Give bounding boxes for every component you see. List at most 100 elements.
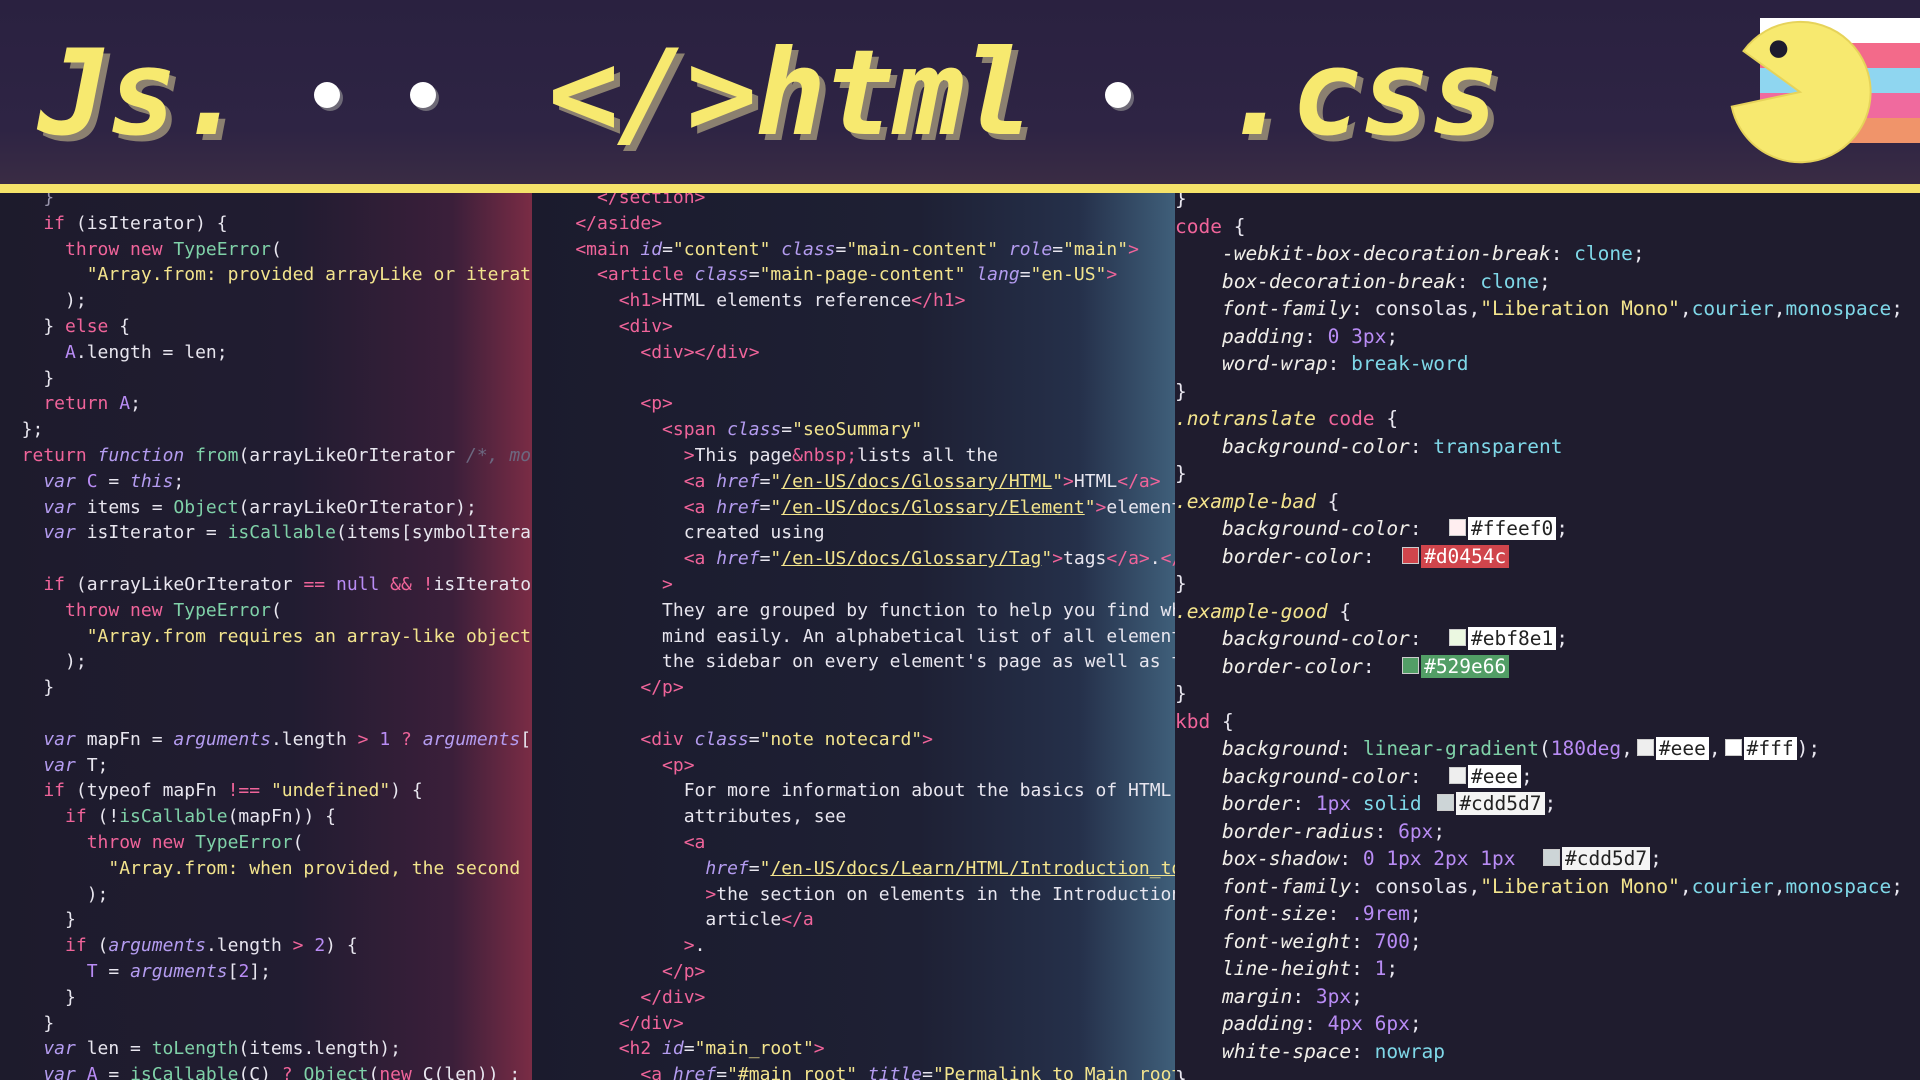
code-token: <div: [532, 728, 684, 750]
code-token: "main-content": [846, 238, 999, 260]
code-token: >: [1128, 238, 1139, 260]
code-line: kbd {: [1175, 708, 1903, 736]
code-token: code: [1175, 214, 1222, 238]
code-token: var: [0, 470, 76, 492]
code-line: created using: [532, 520, 1175, 546]
code-token: 2: [303, 935, 326, 957]
code-line: var C = this;: [0, 469, 531, 495]
code-line: <p>: [532, 391, 1175, 417]
code-token: white-space: [1175, 1039, 1352, 1063]
code-token: ,: [1708, 737, 1721, 760]
code-line: <a href="/en-US/docs/Glossary/Tag">tags<…: [532, 546, 1175, 572]
code-token: nowrap: [1374, 1039, 1446, 1063]
code-token: :: [1351, 957, 1375, 980]
code-line: >the section on elements in the Introduc…: [532, 882, 1175, 908]
code-token: </a: [781, 909, 814, 931]
code-token: );: [0, 883, 109, 905]
code-token: /en-US/docs/Learn/HTML/Introduction_to: [770, 857, 1175, 879]
code-line: "Array.from: when provided, the second: [0, 856, 531, 882]
code-token: courier: [1691, 297, 1774, 320]
code-token: ];: [249, 960, 271, 982]
code-token: kbd: [1175, 709, 1211, 733]
code-line: href="/en-US/docs/Learn/HTML/Introductio…: [532, 856, 1175, 882]
code-line: return A;: [0, 391, 531, 417]
code-line: };: [0, 417, 531, 443]
code-token: ==: [303, 573, 326, 595]
code-token: >: [922, 728, 933, 750]
code-line: padding: 0 3px;: [1175, 323, 1903, 351]
code-token: .9rem: [1351, 902, 1410, 925]
code-line: }: [0, 675, 531, 701]
code-token: arguments: [173, 728, 271, 750]
code-token: }: [1175, 193, 1187, 210]
code-token: </div>: [532, 1012, 684, 1034]
code-line: the sidebar on every element's page as w…: [532, 649, 1175, 675]
code-token: 3px: [1315, 984, 1352, 1008]
code-token: (isIterator) {: [65, 212, 228, 234]
code-token: =: [1019, 264, 1031, 286]
code-line: article</a: [532, 907, 1175, 933]
code-token: isCallable: [130, 1064, 239, 1080]
code-token: (typeof mapFn: [65, 780, 228, 802]
code-token: border: [1175, 792, 1293, 815]
code-token: "main-page-content": [759, 264, 966, 286]
code-token: </a>: [1117, 470, 1161, 492]
color-swatch-icon: [1402, 546, 1420, 564]
code-token: var: [0, 754, 76, 776]
code-token: </p>: [532, 960, 706, 982]
code-token: .notranslate: [1175, 407, 1328, 430]
code-token: class: [770, 238, 836, 260]
code-token: courier: [1691, 874, 1774, 898]
code-line: border-color: #529e66: [1175, 653, 1903, 681]
color-value: #d0454c: [1421, 544, 1510, 568]
color-swatch-icon: [1449, 766, 1467, 784]
code-token: throw new: [0, 238, 174, 260]
code-token: border-radius: [1175, 819, 1375, 843]
code-token: :: [1409, 434, 1434, 458]
code-token: HTML: [1073, 470, 1118, 492]
code-token: </section>: [532, 193, 706, 208]
code-token: if: [0, 780, 66, 802]
color-value: #fff: [1743, 737, 1797, 760]
code-line: >: [532, 572, 1175, 598]
html-code-panel: </section> </aside> <main id="content" c…: [532, 193, 1175, 1080]
code-token: .length = len;: [75, 341, 228, 363]
code-line: <a href="/en-US/docs/Glossary/Element">e…: [532, 495, 1175, 521]
code-line: <article class="main-page-content" lang=…: [532, 262, 1175, 288]
code-line: .example-good {: [1175, 598, 1903, 626]
code-line: }: [0, 907, 531, 933]
code-token: T: [0, 960, 98, 982]
code-line: }: [1175, 460, 1903, 488]
code-token: ) {: [325, 935, 358, 957]
code-token: TypeError: [195, 831, 293, 853]
code-token: =: [683, 1038, 695, 1060]
code-token: id: [651, 1038, 684, 1060]
code-line: </div>: [532, 985, 1175, 1011]
code-token: </p>: [532, 677, 684, 699]
code-token: HTML elements reference: [662, 290, 912, 312]
code-line: </aside>: [532, 211, 1175, 237]
code-token: <h2: [532, 1038, 652, 1060]
code-token: }: [1175, 462, 1187, 485]
code-token: var: [0, 496, 76, 518]
code-token: =: [759, 470, 771, 492]
code-token: (C): [238, 1064, 282, 1080]
code-token: ;: [1556, 517, 1568, 540]
code-line: "Array.from: provided arrayLike or itera…: [0, 262, 531, 288]
code-token: <div></div>: [532, 341, 760, 363]
code-token: element: [1106, 496, 1175, 518]
code-token: =: [97, 1064, 131, 1080]
code-token: clone: [1480, 269, 1539, 293]
code-line: if (arguments.length > 2) {: [0, 933, 531, 959]
code-token: title: [857, 1064, 923, 1080]
code-line: if (!isCallable(mapFn)) {: [0, 804, 531, 830]
js-title: Js.: [38, 24, 247, 162]
code-token: :: [1456, 269, 1481, 293]
code-token: (: [270, 238, 282, 260]
code-token: this: [130, 470, 174, 492]
code-token: arguments: [130, 960, 228, 982]
code-token: padding: [1175, 1012, 1305, 1035]
code-token: : consolas,: [1351, 874, 1481, 898]
code-line: if (isIterator) {: [0, 211, 531, 237]
code-token: background-color: [1175, 517, 1410, 540]
